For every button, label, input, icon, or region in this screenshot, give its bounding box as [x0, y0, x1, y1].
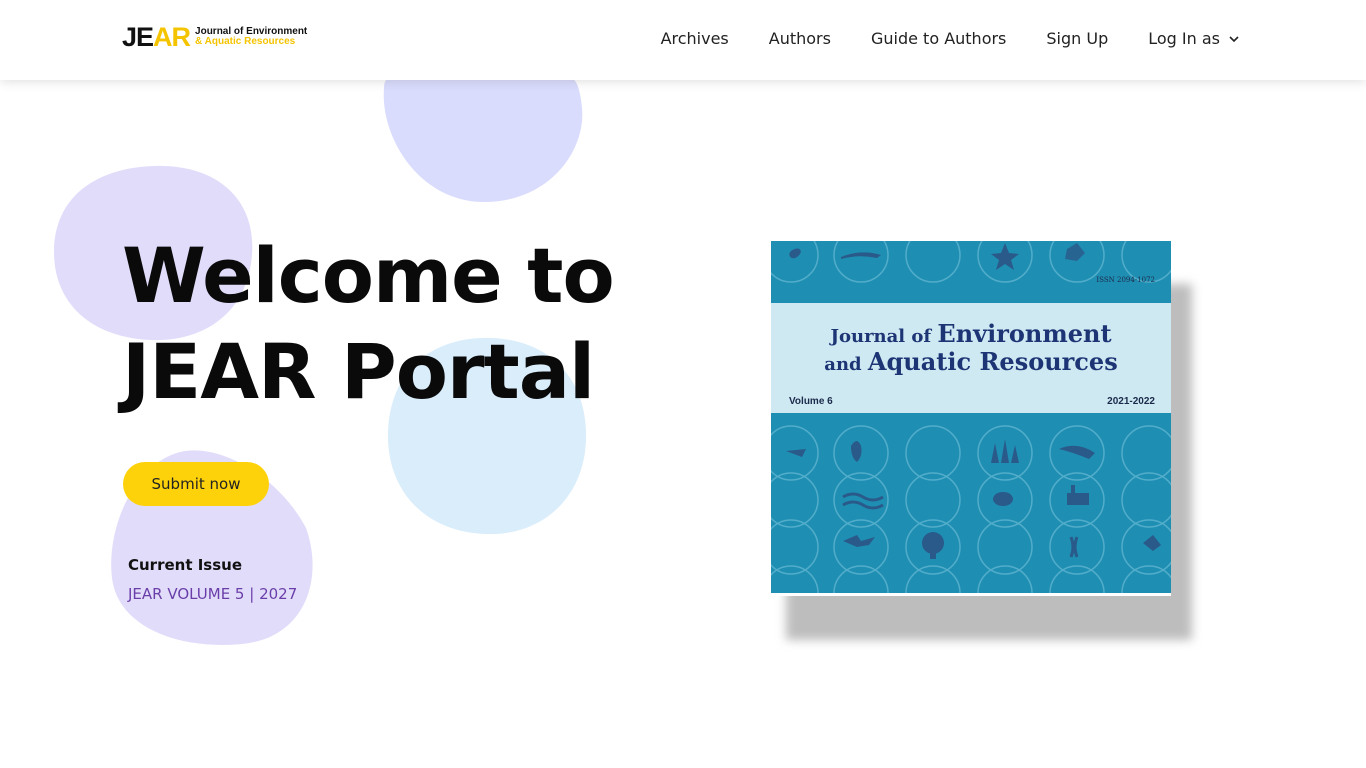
- decorative-blob-top: [383, 78, 583, 202]
- site-logo[interactable]: JEAR Journal of Environment & Aquatic Re…: [122, 22, 307, 52]
- cover-title-line2-big: Aquatic Resources: [867, 347, 1118, 376]
- logo-mark-je: JE: [122, 22, 154, 52]
- nav-log-in-label: Log In as: [1148, 29, 1220, 48]
- chevron-down-icon: [1229, 35, 1239, 42]
- cover-pattern: [771, 241, 1171, 593]
- hero-title-line1: Welcome to: [122, 231, 615, 320]
- nav-guide-to-authors[interactable]: Guide to Authors: [871, 29, 1006, 48]
- journal-cover-image[interactable]: ISSN 2094-1072 Journal of Environment an…: [771, 241, 1171, 596]
- site-header: JEAR Journal of Environment & Aquatic Re…: [0, 0, 1366, 80]
- cover-title-line1: Journal of Environment: [771, 319, 1171, 348]
- cover-title-line2-small: and: [824, 354, 868, 375]
- logo-mark: JEAR: [122, 22, 191, 52]
- current-issue-label: Current Issue: [128, 556, 243, 574]
- hero-title-line2: JEAR Portal: [122, 327, 595, 416]
- main-nav: Archives Authors Guide to Authors Sign U…: [621, 29, 1240, 48]
- current-issue-link[interactable]: JEAR VOLUME 5 | 2027: [128, 585, 297, 603]
- nav-sign-up[interactable]: Sign Up: [1046, 29, 1108, 48]
- cover-title-line1-small: Journal of: [830, 326, 938, 347]
- cover-title-line2: and Aquatic Resources: [771, 347, 1171, 376]
- logo-mark-ar: AR: [153, 22, 191, 52]
- cover-volume: Volume 6: [789, 396, 833, 407]
- nav-archives[interactable]: Archives: [661, 29, 729, 48]
- hero-title: Welcome to JEAR Portal: [122, 228, 615, 420]
- cover-issn: ISSN 2094-1072: [1096, 276, 1155, 284]
- submit-now-button[interactable]: Submit now: [123, 462, 269, 506]
- nav-log-in-dropdown[interactable]: Log In as: [1148, 29, 1240, 48]
- logo-text: Journal of Environment & Aquatic Resourc…: [195, 27, 307, 47]
- logo-text-line2: & Aquatic Resources: [195, 36, 296, 47]
- nav-authors[interactable]: Authors: [769, 29, 831, 48]
- cover-title-line1-big: Environment: [937, 319, 1112, 348]
- cover-years: 2021-2022: [1107, 396, 1155, 407]
